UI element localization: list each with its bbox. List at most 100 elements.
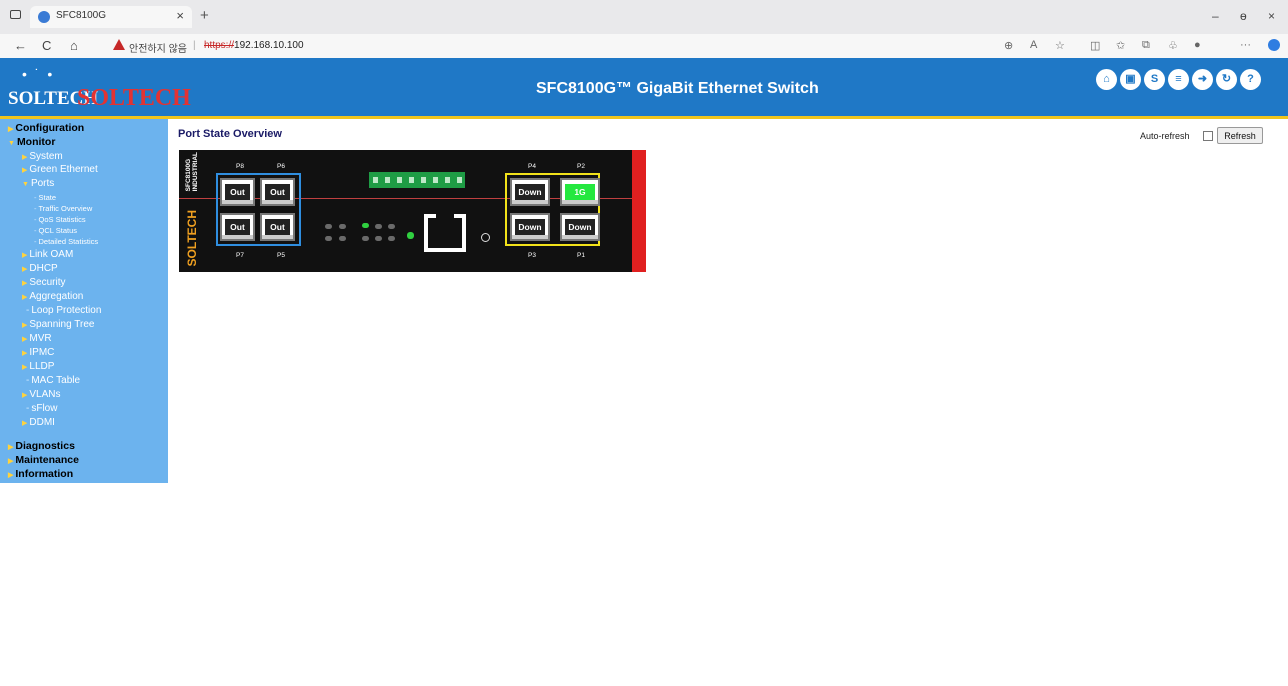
menu-system[interactable]: ▶ System bbox=[22, 151, 63, 162]
more-menu-icon[interactable]: ··· bbox=[1240, 39, 1251, 51]
refresh-icon[interactable]: ↻ bbox=[1216, 69, 1237, 90]
warning-icon[interactable] bbox=[113, 39, 125, 50]
menu-spanning-tree[interactable]: ▶ Spanning Tree bbox=[22, 319, 94, 330]
menu-label: DHCP bbox=[29, 263, 58, 274]
terminal-block bbox=[369, 172, 465, 188]
menu-dhcp[interactable]: ▶ DHCP bbox=[22, 263, 58, 274]
led-indicator bbox=[339, 224, 346, 229]
collections-icon[interactable]: ⧉ bbox=[1142, 39, 1150, 52]
app-header: • ˙ • SOLTECH SOLTECH SFC8100G™ GigaBit … bbox=[0, 58, 1288, 119]
menu-label: Green Ethernet bbox=[29, 164, 98, 175]
collapse-arrow-icon: ▼ bbox=[22, 181, 29, 188]
browser-tab-bar: SFC8100G × + – ɵ × bbox=[0, 0, 1288, 34]
port-p2[interactable]: 1G bbox=[560, 178, 600, 206]
menu-label: Link OAM bbox=[29, 249, 74, 260]
zoom-icon[interactable]: ⊕ bbox=[1004, 39, 1013, 52]
browser-tab[interactable]: SFC8100G × bbox=[30, 6, 192, 28]
menu-qcl-status[interactable]: - QCL Status bbox=[34, 226, 77, 235]
menu-information[interactable]: ▶ Information bbox=[8, 468, 73, 480]
ring-icon[interactable]: S bbox=[1144, 69, 1165, 90]
back-button[interactable]: ← bbox=[14, 38, 27, 53]
url-separator: | bbox=[193, 40, 196, 51]
help-icon[interactable]: ? bbox=[1240, 69, 1261, 90]
page-title: Port State Overview bbox=[178, 128, 282, 140]
home-icon[interactable]: ⌂ bbox=[1096, 69, 1117, 90]
menu-lldp[interactable]: ▶ LLDP bbox=[22, 361, 54, 372]
minimize-button[interactable]: – bbox=[1212, 9, 1219, 23]
expand-arrow-icon: ▶ bbox=[22, 322, 28, 329]
tab-actions-icon[interactable] bbox=[10, 10, 21, 19]
sidebar: ▶ Configuration ▼ Monitor ▶ System ▶ Green E… bbox=[0, 119, 168, 483]
expand-arrow-icon: ▶ bbox=[22, 280, 28, 287]
favorites-icon[interactable]: ✩ bbox=[1116, 39, 1125, 52]
port-p5[interactable]: Out bbox=[260, 213, 295, 241]
close-window-button[interactable]: × bbox=[1268, 9, 1275, 23]
led-indicator bbox=[388, 224, 395, 229]
refresh-button[interactable]: Refresh bbox=[1217, 127, 1263, 144]
expand-arrow-icon: ▶ bbox=[22, 364, 28, 371]
menu-maintenance[interactable]: ▶ Maintenance bbox=[8, 454, 79, 466]
menu-configuration[interactable]: ▶ Configuration bbox=[8, 122, 84, 134]
url-field[interactable]: https://192.168.10.100 bbox=[204, 40, 304, 51]
menu-diagnostics[interactable]: ▶ Diagnostics bbox=[8, 440, 75, 452]
menu-loop-protection[interactable]: - Loop Protection bbox=[26, 305, 101, 316]
read-aloud-icon[interactable]: A bbox=[1030, 39, 1037, 51]
logout-icon[interactable]: ➜ bbox=[1192, 69, 1213, 90]
copilot-icon[interactable] bbox=[1268, 39, 1280, 51]
menu-security[interactable]: ▶ Security bbox=[22, 277, 66, 288]
menu-traffic-overview[interactable]: - Traffic Overview bbox=[34, 204, 92, 213]
menu-label: DDMI bbox=[29, 417, 55, 428]
menu-label: LLDP bbox=[29, 361, 55, 372]
menu-monitor[interactable]: ▼ Monitor bbox=[8, 136, 55, 148]
favorite-star-icon[interactable]: ☆ bbox=[1055, 39, 1065, 52]
port-label-p6: P6 bbox=[277, 163, 285, 170]
led-indicator bbox=[388, 236, 395, 241]
menu-label: MVR bbox=[29, 333, 52, 344]
menu-label: QoS Statistics bbox=[38, 215, 86, 224]
port-p6[interactable]: Out bbox=[260, 178, 295, 206]
port-p2-state: 1G bbox=[565, 184, 595, 200]
menu-vlans[interactable]: ▶ VLANs bbox=[22, 389, 61, 400]
restore-button[interactable]: ɵ bbox=[1240, 9, 1247, 23]
menu-green-ethernet[interactable]: ▶ Green Ethernet bbox=[22, 164, 98, 175]
menu-qos-statistics[interactable]: - QoS Statistics bbox=[34, 215, 86, 224]
auto-refresh-checkbox[interactable] bbox=[1203, 131, 1213, 141]
save-icon[interactable]: ▣ bbox=[1120, 69, 1141, 90]
expand-arrow-icon: ▶ bbox=[22, 154, 28, 161]
port-p4[interactable]: Down bbox=[510, 178, 550, 206]
port-p3[interactable]: Down bbox=[510, 213, 550, 241]
menu-ddmi[interactable]: ▶ DDMI bbox=[22, 417, 55, 428]
reset-button-icon bbox=[481, 233, 490, 242]
reload-button[interactable]: C bbox=[42, 38, 51, 53]
port-p7[interactable]: Out bbox=[220, 213, 255, 241]
menu-label: Maintenance bbox=[15, 454, 79, 466]
dev-icon[interactable]: ≡ bbox=[1168, 69, 1189, 90]
account-icon[interactable]: ● bbox=[1194, 39, 1201, 51]
port-label-p3: P3 bbox=[528, 252, 536, 259]
menu-mac-table[interactable]: - MAC Table bbox=[26, 375, 80, 386]
port-p8[interactable]: Out bbox=[220, 178, 255, 206]
split-screen-icon[interactable]: ◫ bbox=[1090, 39, 1100, 52]
port-p1[interactable]: Down bbox=[560, 213, 600, 241]
home-button[interactable]: ⌂ bbox=[70, 38, 78, 53]
menu-mvr[interactable]: ▶ MVR bbox=[22, 333, 52, 344]
menu-aggregation[interactable]: ▶ Aggregation bbox=[22, 291, 83, 302]
security-warning[interactable]: 안전하지 않음 bbox=[129, 40, 187, 55]
menu-ipmc[interactable]: ▶ IPMC bbox=[22, 347, 54, 358]
expand-arrow-icon: ▶ bbox=[22, 420, 28, 427]
menu-link-oam[interactable]: ▶ Link OAM bbox=[22, 249, 73, 260]
extensions-icon[interactable]: ♧ bbox=[1168, 39, 1178, 52]
port-p1-state: Down bbox=[565, 219, 595, 235]
menu-detailed-statistics[interactable]: - Detailed Statistics bbox=[34, 237, 98, 246]
expand-arrow-icon: ▶ bbox=[22, 392, 28, 399]
menu-sflow[interactable]: - sFlow bbox=[26, 403, 57, 414]
menu-state[interactable]: - State bbox=[34, 193, 56, 202]
port-p8-state: Out bbox=[225, 184, 250, 200]
new-tab-button[interactable]: + bbox=[200, 7, 209, 24]
page-header-title: SFC8100G™ GigaBit Ethernet Switch bbox=[536, 80, 819, 97]
menu-ports[interactable]: ▼ Ports bbox=[22, 178, 54, 189]
tab-close-icon[interactable]: × bbox=[176, 8, 184, 23]
menu-label: IPMC bbox=[29, 347, 55, 358]
port-p5-state: Out bbox=[265, 219, 290, 235]
menu-label: Monitor bbox=[16, 136, 56, 148]
